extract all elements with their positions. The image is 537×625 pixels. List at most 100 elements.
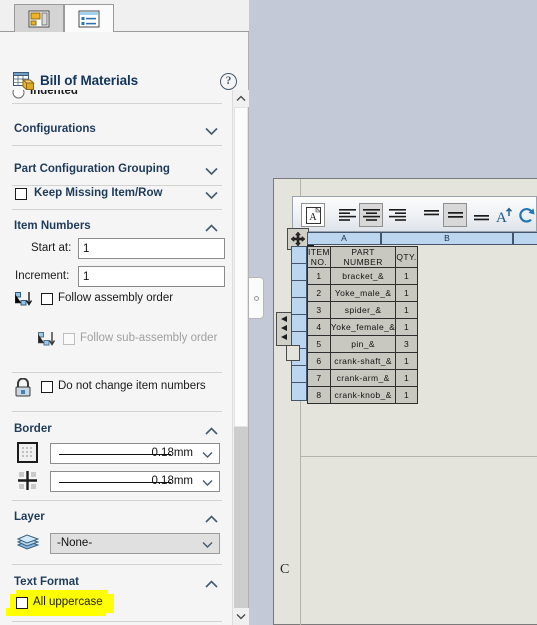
chevron-up-icon[interactable]	[205, 580, 218, 589]
align-bottom-button[interactable]	[469, 203, 493, 227]
column-letter-a[interactable]: A	[307, 232, 381, 245]
group-layer-label[interactable]: Layer	[14, 511, 45, 523]
align-left-button[interactable]	[335, 203, 359, 227]
column-letter-b[interactable]: B	[381, 232, 513, 245]
follow-assembly-order-checkbox[interactable]	[41, 293, 53, 305]
table-sort-handle[interactable]	[276, 312, 292, 346]
cell-item-no[interactable]: 6	[307, 352, 331, 370]
table-row[interactable]: 2 Yoke_male_& 1	[307, 284, 418, 302]
cell-item-no[interactable]: 5	[307, 335, 331, 353]
indented-label: Indented	[30, 90, 78, 97]
cell-qty[interactable]: 1	[395, 369, 418, 387]
chevron-up-icon[interactable]	[205, 515, 218, 524]
do-not-change-item-numbers-checkbox[interactable]	[41, 381, 53, 393]
panel-pin-tab[interactable]	[249, 277, 264, 319]
text-box-button[interactable]: A	[301, 203, 325, 227]
outer-border-icon[interactable]	[17, 442, 38, 466]
inner-border-icon[interactable]	[17, 470, 38, 494]
divider	[12, 209, 222, 210]
group-part-configuration-grouping-label[interactable]: Part Configuration Grouping	[14, 163, 170, 175]
all-uppercase-checkbox[interactable]	[16, 597, 28, 609]
group-keep-missing-label[interactable]: Keep Missing Item/Row	[34, 187, 162, 199]
table-row[interactable]: 6 crank-shaft_& 1	[307, 352, 418, 370]
outer-border-thickness-select[interactable]: 0.18mm	[50, 443, 220, 464]
chevron-down-icon[interactable]	[205, 127, 218, 136]
follow-sub-assembly-order-icon	[38, 330, 58, 351]
group-text-format-label[interactable]: Text Format	[14, 576, 79, 588]
indented-option-clipped[interactable]: Indented	[12, 90, 162, 100]
row-selector-strip[interactable]	[291, 246, 308, 401]
align-center-button[interactable]	[359, 203, 383, 227]
cell-qty[interactable]: 1	[395, 352, 418, 370]
scrollbar-thumb[interactable]	[234, 107, 248, 427]
bom-table[interactable]: ITEM NO. PART NUMBER QTY. 1 bracket_& 1 …	[307, 246, 418, 404]
table-row[interactable]: 5 pin_& 3	[307, 335, 418, 353]
start-at-input[interactable]: 1	[78, 238, 225, 259]
layer-select[interactable]: -None-	[50, 533, 220, 554]
cell-qty[interactable]: 1	[395, 284, 418, 302]
cell-item-no[interactable]: 4	[307, 318, 331, 336]
cell-part-number[interactable]: bracket_&	[329, 267, 397, 285]
svg-text:A: A	[496, 210, 507, 224]
chevron-up-icon[interactable]	[205, 224, 218, 233]
table-row[interactable]: 1 bracket_& 1	[307, 267, 418, 285]
divider	[12, 145, 222, 146]
lock-icon	[13, 377, 33, 400]
bom-header-part-number[interactable]: PART NUMBER	[329, 246, 397, 268]
cell-qty[interactable]: 1	[395, 301, 418, 319]
cell-part-number[interactable]: crank-knob_&	[329, 386, 397, 404]
keep-missing-checkbox[interactable]	[15, 188, 27, 200]
group-border-label[interactable]: Border	[14, 423, 52, 435]
cell-part-number[interactable]: pin_&	[329, 335, 397, 353]
scroll-up-button[interactable]	[233, 90, 249, 107]
chevron-down-icon[interactable]	[205, 167, 218, 176]
align-middle-button[interactable]	[443, 203, 467, 227]
table-row[interactable]: 7 crank-arm_& 1	[307, 369, 418, 387]
chevron-up-icon[interactable]	[205, 427, 218, 436]
drawing-canvas[interactable]: C A A A B ITEM NO. PART NUMBER QTY. 1 br…	[265, 0, 537, 625]
cell-part-number[interactable]: crank-arm_&	[329, 369, 397, 387]
cell-qty[interactable]: 1	[395, 386, 418, 404]
panel-scrollbar[interactable]	[232, 90, 249, 625]
group-configurations-label[interactable]: Configurations	[14, 123, 96, 135]
rotate-icon	[519, 207, 535, 223]
all-uppercase-label: All uppercase	[33, 596, 103, 608]
cell-item-no[interactable]: 2	[307, 284, 331, 302]
table-sort-nub[interactable]	[286, 345, 300, 361]
format-toolbar[interactable]: A A	[292, 196, 537, 232]
cell-part-number[interactable]: Yoke_female_&	[329, 318, 397, 336]
column-letter-c[interactable]: C	[513, 232, 537, 245]
table-row[interactable]: 8 crank-knob_& 1	[307, 386, 418, 404]
follow-sub-assembly-order-label: Follow sub-assembly order	[80, 332, 218, 344]
cell-item-no[interactable]: 1	[307, 267, 331, 285]
table-row[interactable]: 3 spider_& 1	[307, 301, 418, 319]
property-manager-icon	[28, 10, 50, 27]
rotate-text-button[interactable]	[515, 203, 537, 227]
scroll-down-button[interactable]	[233, 608, 249, 625]
align-top-icon	[423, 210, 439, 216]
align-right-button[interactable]	[385, 203, 409, 227]
scrollbar-track[interactable]	[234, 427, 248, 608]
cell-part-number[interactable]: crank-shaft_&	[329, 352, 397, 370]
property-manager-tab[interactable]	[14, 4, 64, 32]
bom-header-qty[interactable]: QTY.	[395, 246, 418, 268]
group-item-numbers-label[interactable]: Item Numbers	[14, 220, 91, 232]
cell-item-no[interactable]: 8	[307, 386, 331, 404]
increment-input[interactable]: 1	[78, 266, 225, 287]
align-top-button[interactable]	[419, 203, 443, 227]
cell-part-number[interactable]: spider_&	[329, 301, 397, 319]
cell-qty[interactable]: 1	[395, 267, 418, 285]
cell-qty[interactable]: 3	[395, 335, 418, 353]
cell-part-number[interactable]: Yoke_male_&	[329, 284, 397, 302]
chevron-down-icon[interactable]	[205, 191, 218, 200]
cell-qty[interactable]: 1	[395, 318, 418, 336]
cell-item-no[interactable]: 3	[307, 301, 331, 319]
font-size-button[interactable]: A	[493, 203, 517, 227]
inner-border-thickness-select[interactable]: 0.18mm	[50, 471, 220, 492]
configuration-manager-tab[interactable]	[64, 4, 114, 32]
bom-header-item-no[interactable]: ITEM NO.	[307, 246, 331, 268]
divider	[12, 621, 222, 622]
cell-item-no[interactable]: 7	[307, 369, 331, 387]
table-row[interactable]: 4 Yoke_female_& 1	[307, 318, 418, 336]
help-button[interactable]: ?	[220, 73, 237, 90]
